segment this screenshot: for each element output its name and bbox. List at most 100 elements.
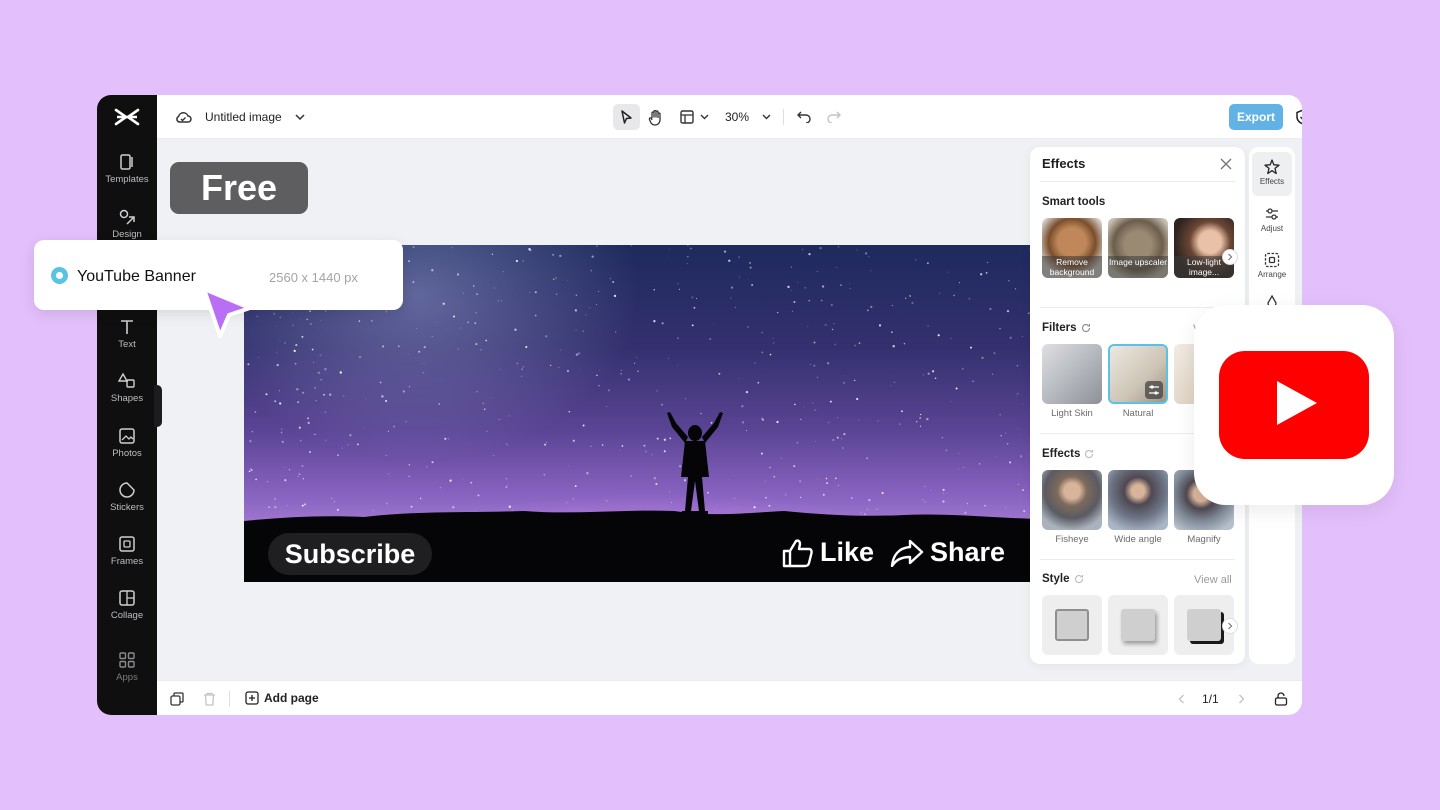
style-option-outline[interactable] (1042, 595, 1102, 655)
apps-icon (119, 652, 135, 668)
chevron-right-icon[interactable] (1231, 689, 1251, 709)
sidebar-item-frames[interactable]: Frames (97, 535, 157, 583)
youtube-logo-card (1194, 305, 1394, 505)
chevron-right-icon[interactable] (1222, 618, 1238, 634)
close-icon[interactable] (1218, 156, 1234, 172)
select-tool-button[interactable] (613, 104, 640, 130)
effect-fisheye[interactable] (1042, 470, 1102, 530)
filter-light-skin[interactable] (1042, 344, 1102, 404)
smart-tool-remove-background[interactable]: Remove background (1042, 218, 1102, 278)
sidebar-item-collage[interactable]: Collage (97, 589, 157, 637)
rail-item-label: Adjust (1260, 224, 1284, 233)
export-button[interactable]: Export (1229, 104, 1283, 130)
cloud-icon[interactable] (173, 107, 193, 127)
shapes-icon (118, 372, 135, 388)
share-label[interactable]: Share (890, 537, 1005, 568)
effect-label: Wide angle (1114, 534, 1162, 545)
sidebar-item-text[interactable]: Text (97, 318, 157, 366)
left-sidebar: Templates Design Text Shapes Photos Stic… (97, 95, 162, 715)
undo-icon[interactable] (794, 107, 814, 127)
rail-item-effects[interactable]: Effects (1252, 152, 1292, 196)
hand-tool-icon[interactable] (646, 107, 666, 127)
trash-icon[interactable] (199, 689, 219, 709)
sidebar-item-label: Stickers (110, 502, 144, 513)
style-view-all[interactable]: View all (1194, 574, 1232, 586)
text-icon (121, 320, 133, 334)
refresh-icon[interactable] (1074, 574, 1084, 584)
smart-tool-label: Remove background (1042, 256, 1102, 278)
collage-icon (119, 590, 135, 606)
divider (1040, 559, 1235, 560)
refresh-icon[interactable] (1084, 449, 1094, 459)
filters-title: Filters (1042, 322, 1091, 334)
filter-label: Natural (1122, 408, 1154, 419)
effect-wide-angle[interactable] (1108, 470, 1168, 530)
style-title-text: Style (1042, 573, 1070, 585)
rail-item-arrange[interactable]: Arrange (1252, 245, 1292, 289)
effect-label: Magnify (1187, 534, 1221, 545)
effect-label: Fisheye (1055, 534, 1089, 545)
subscribe-button[interactable]: Subscribe (268, 533, 432, 575)
share-text: Share (930, 537, 1006, 567)
effects-title-text: Effects (1042, 448, 1081, 460)
radio-selected-icon[interactable] (51, 267, 68, 284)
refresh-icon[interactable] (1081, 323, 1091, 333)
chevron-right-icon[interactable] (1222, 249, 1238, 265)
filter-natural[interactable] (1108, 344, 1168, 404)
thumbs-up-icon (782, 538, 813, 567)
smart-tool-label: Image upscaler (1108, 256, 1168, 278)
sidebar-item-photos[interactable]: Photos (97, 427, 157, 475)
photos-icon (119, 428, 135, 444)
effects-title: Effects (1042, 448, 1094, 460)
sidebar-item-apps[interactable]: Apps (97, 651, 157, 699)
sidebar-item-label: Text (118, 339, 136, 350)
zoom-level[interactable]: 30% (725, 110, 749, 124)
chevron-down-icon[interactable] (756, 107, 776, 127)
sidebar-item-label: Collage (110, 610, 144, 621)
toolbar-divider (783, 109, 784, 125)
shield-icon[interactable] (1293, 107, 1302, 127)
document-title[interactable]: Untitled image (205, 110, 282, 124)
stickers-icon (119, 482, 135, 498)
sidebar-item-label: Apps (116, 672, 138, 683)
like-label[interactable]: Like (782, 537, 874, 568)
sidebar-item-templates[interactable]: Templates (97, 153, 157, 201)
bottom-toolbar: Add page 1/1 (157, 680, 1302, 715)
divider (1040, 181, 1235, 182)
templates-icon (120, 154, 133, 170)
duplicate-page-icon[interactable] (167, 689, 187, 709)
sidebar-item-label: Templates (105, 174, 149, 185)
panel-title: Effects (1042, 156, 1086, 171)
divider (1040, 307, 1235, 308)
effects-icon (1264, 159, 1280, 175)
sidebar-item-label: Shapes (110, 393, 144, 404)
arrange-icon (1264, 252, 1280, 268)
smart-tool-low-light[interactable]: Low-light image... (1174, 218, 1234, 278)
rail-item-adjust[interactable]: Adjust (1252, 199, 1292, 243)
adjust-filter-icon[interactable] (1145, 381, 1163, 399)
sidebar-item-label: Frames (110, 556, 144, 567)
capcut-logo-icon (114, 108, 140, 126)
share-arrow-icon (890, 539, 924, 567)
smart-tools-title: Smart tools (1042, 196, 1106, 208)
smart-tool-image-upscaler[interactable]: Image upscaler (1108, 218, 1168, 278)
add-page-label: Add page (264, 691, 319, 705)
sidebar-item-stickers[interactable]: Stickers (97, 481, 157, 529)
filter-label: Light Skin (1051, 408, 1093, 419)
adjust-icon (1266, 208, 1278, 220)
chevron-left-icon[interactable] (1171, 689, 1191, 709)
style-option-shadow[interactable] (1108, 595, 1168, 655)
play-icon (1277, 381, 1317, 425)
top-toolbar: Untitled image 30% Export (157, 95, 1302, 139)
redo-icon[interactable] (824, 107, 844, 127)
pointer-icon (621, 109, 632, 124)
chevron-down-icon[interactable] (694, 107, 714, 127)
style-title: Style (1042, 573, 1084, 585)
rail-item-label: Effects (1259, 177, 1285, 186)
sidebar-item-label: Design (112, 229, 142, 240)
sidebar-item-shapes[interactable]: Shapes (97, 372, 157, 420)
chevron-down-icon[interactable] (290, 107, 310, 127)
add-page-button[interactable]: Add page (245, 691, 319, 705)
lock-icon[interactable] (1271, 689, 1291, 709)
sidebar-collapse-handle[interactable] (154, 385, 162, 427)
